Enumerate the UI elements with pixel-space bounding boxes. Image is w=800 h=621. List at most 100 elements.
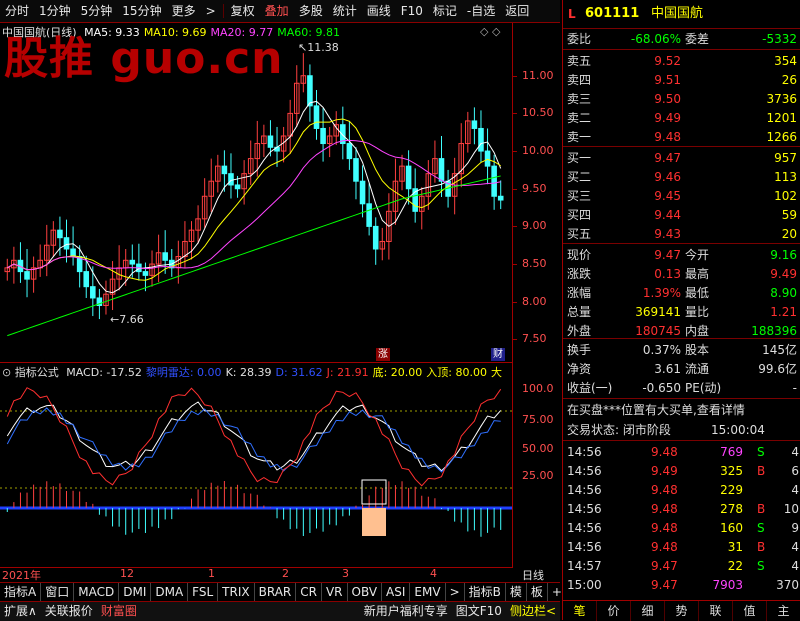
indicator-collapse-icon[interactable]: ⊙ [2,366,11,379]
level-volume: 3736 [766,92,797,106]
order-level[interactable]: 卖三 9.50 3736 [563,90,800,108]
stat-label: 最低 [685,286,710,300]
stat-value: - [792,381,797,395]
candlestick [17,242,24,283]
notice-text[interactable]: 在买盘***位置有大买单,查看详情 [567,401,745,419]
big-order-notice[interactable]: 在买盘***位置有大买单,查看详情 [563,401,800,419]
indicator-tab[interactable]: BRAR [255,583,297,601]
candlestick [465,111,471,153]
price-tick: 9.00 [522,219,547,233]
tick-time: 14:56 [567,445,602,459]
indicator-tab[interactable]: 指标A [0,583,42,601]
indicator-tab[interactable]: TRIX [218,583,255,601]
toolbar-item[interactable]: 分时 [0,0,34,22]
price-tick-mark [512,264,517,266]
indicator-tab[interactable]: ASI [382,583,411,601]
toolbar-item[interactable]: 统计 [328,0,362,22]
indicator-tab[interactable]: DMI [119,583,152,601]
order-level[interactable]: 卖五 9.52 354 [563,52,800,70]
period-label[interactable]: 日线 [522,567,544,583]
toolbar-item[interactable]: 多股 [294,0,328,22]
quote-tab[interactable]: 值 [733,601,767,621]
quote-tab[interactable]: 价 [597,601,631,621]
order-level[interactable]: 卖四 9.51 26 [563,71,800,89]
level-price: 9.50 [654,92,681,106]
promo-tab[interactable]: 新用户福利专享 [360,602,452,621]
extension-tab[interactable]: 关联报价 [41,602,97,621]
promo-tab[interactable]: 图文F10 [452,602,506,621]
candlestick [353,147,359,200]
indicator-tab[interactable]: EMV [410,583,446,601]
indicator-tab[interactable]: OBV [348,583,383,601]
quote-tab[interactable]: 笔 [563,601,597,621]
toolbar-item[interactable]: 标记 [428,0,462,22]
candlestick [43,224,50,277]
stat-row: 换手 0.37% 股本 145亿 [563,341,800,359]
tick-price: 9.48 [651,483,678,497]
level-volume: 354 [774,54,797,68]
indicator-value: 入顶: 80.00 [426,366,487,379]
price-tick-mark [512,151,517,153]
price-tick-mark [512,113,517,115]
indicator-tab[interactable]: DMA [151,583,189,601]
indicator-tab[interactable]: FSL [188,583,219,601]
promo-tab[interactable]: 侧边栏< [506,602,560,621]
toolbar-item[interactable]: 返回 [500,0,534,22]
candlestick [70,226,76,266]
indicator-tab[interactable]: 模 [506,583,527,601]
candlestick [215,154,221,193]
order-level[interactable]: 买三 9.45 102 [563,187,800,205]
event-mark-up[interactable]: 涨 [376,348,390,361]
toolbar-item[interactable]: 复权 [226,0,260,22]
toolbar-item[interactable]: 画线 [362,0,396,22]
tick-row: 15:00 9.47 7903 370 [563,576,800,594]
indicator-tab[interactable]: CR [296,583,322,601]
stat-value: 1.39% [642,286,681,300]
toolbar-item[interactable]: 5分钟 [76,0,118,22]
indicator-tab[interactable]: 板 [527,583,548,601]
candlestick-chart [4,53,504,337]
indicator-tab[interactable]: VR [322,583,348,601]
stat-row: 涨幅 1.39% 最低 8.90 [563,284,800,302]
level-price: 9.48 [654,130,681,144]
quote-tab[interactable]: 联 [699,601,733,621]
quote-tab[interactable]: 主 [767,601,800,621]
stock-code[interactable]: 601111 [585,3,639,25]
level-label: 卖五 [567,54,592,68]
order-level[interactable]: 卖二 9.49 1201 [563,109,800,127]
candlestick [484,128,491,185]
chart-window-controls[interactable]: ◇ ◇ [480,25,500,38]
indicator-tab[interactable]: MACD [74,583,120,601]
toolbar-item[interactable]: F10 [396,0,428,22]
tick-side: B [757,464,766,478]
stat-value: 369141 [635,305,681,319]
stock-name[interactable]: 中国国航 [651,3,703,25]
high-price-value: 11.38 [307,41,339,54]
tick-time: 14:56 [567,483,602,497]
indicator-tab[interactable]: 指标B [465,583,506,601]
toolbar-item[interactable]: 更多 [167,0,201,22]
order-level[interactable]: 买五 9.43 20 [563,225,800,243]
candlestick [30,256,37,293]
quote-tab[interactable]: 细 [631,601,665,621]
indicator-tab[interactable]: 窗口 [41,583,75,601]
toolbar-item[interactable]: > [201,0,221,22]
indicator-tab[interactable]: > [446,583,465,601]
extension-tab[interactable]: 扩展∧ [0,602,41,621]
order-level[interactable]: 买四 9.44 59 [563,206,800,224]
candlestick [346,120,353,170]
quote-tab[interactable]: 势 [665,601,699,621]
toolbar-item[interactable]: -自选 [462,0,500,22]
extension-tab[interactable]: 财富圈 [97,602,141,621]
indicator-formula-label[interactable]: 指标公式 [15,366,59,379]
price-tick: 8.50 [522,257,547,271]
stat-label: 现价 [567,248,592,262]
toolbar-item[interactable]: 1分钟 [34,0,76,22]
toolbar-item[interactable]: 15分钟 [117,0,166,22]
event-mark-fin[interactable]: 财 [491,348,505,361]
order-level[interactable]: 买二 9.46 113 [563,168,800,186]
order-level[interactable]: 卖一 9.48 1266 [563,128,800,146]
order-level[interactable]: 买一 9.47 957 [563,149,800,167]
toolbar-item[interactable]: 叠加 [260,0,294,22]
indicator-value: 黎明雷达: 0.00 [145,366,222,379]
